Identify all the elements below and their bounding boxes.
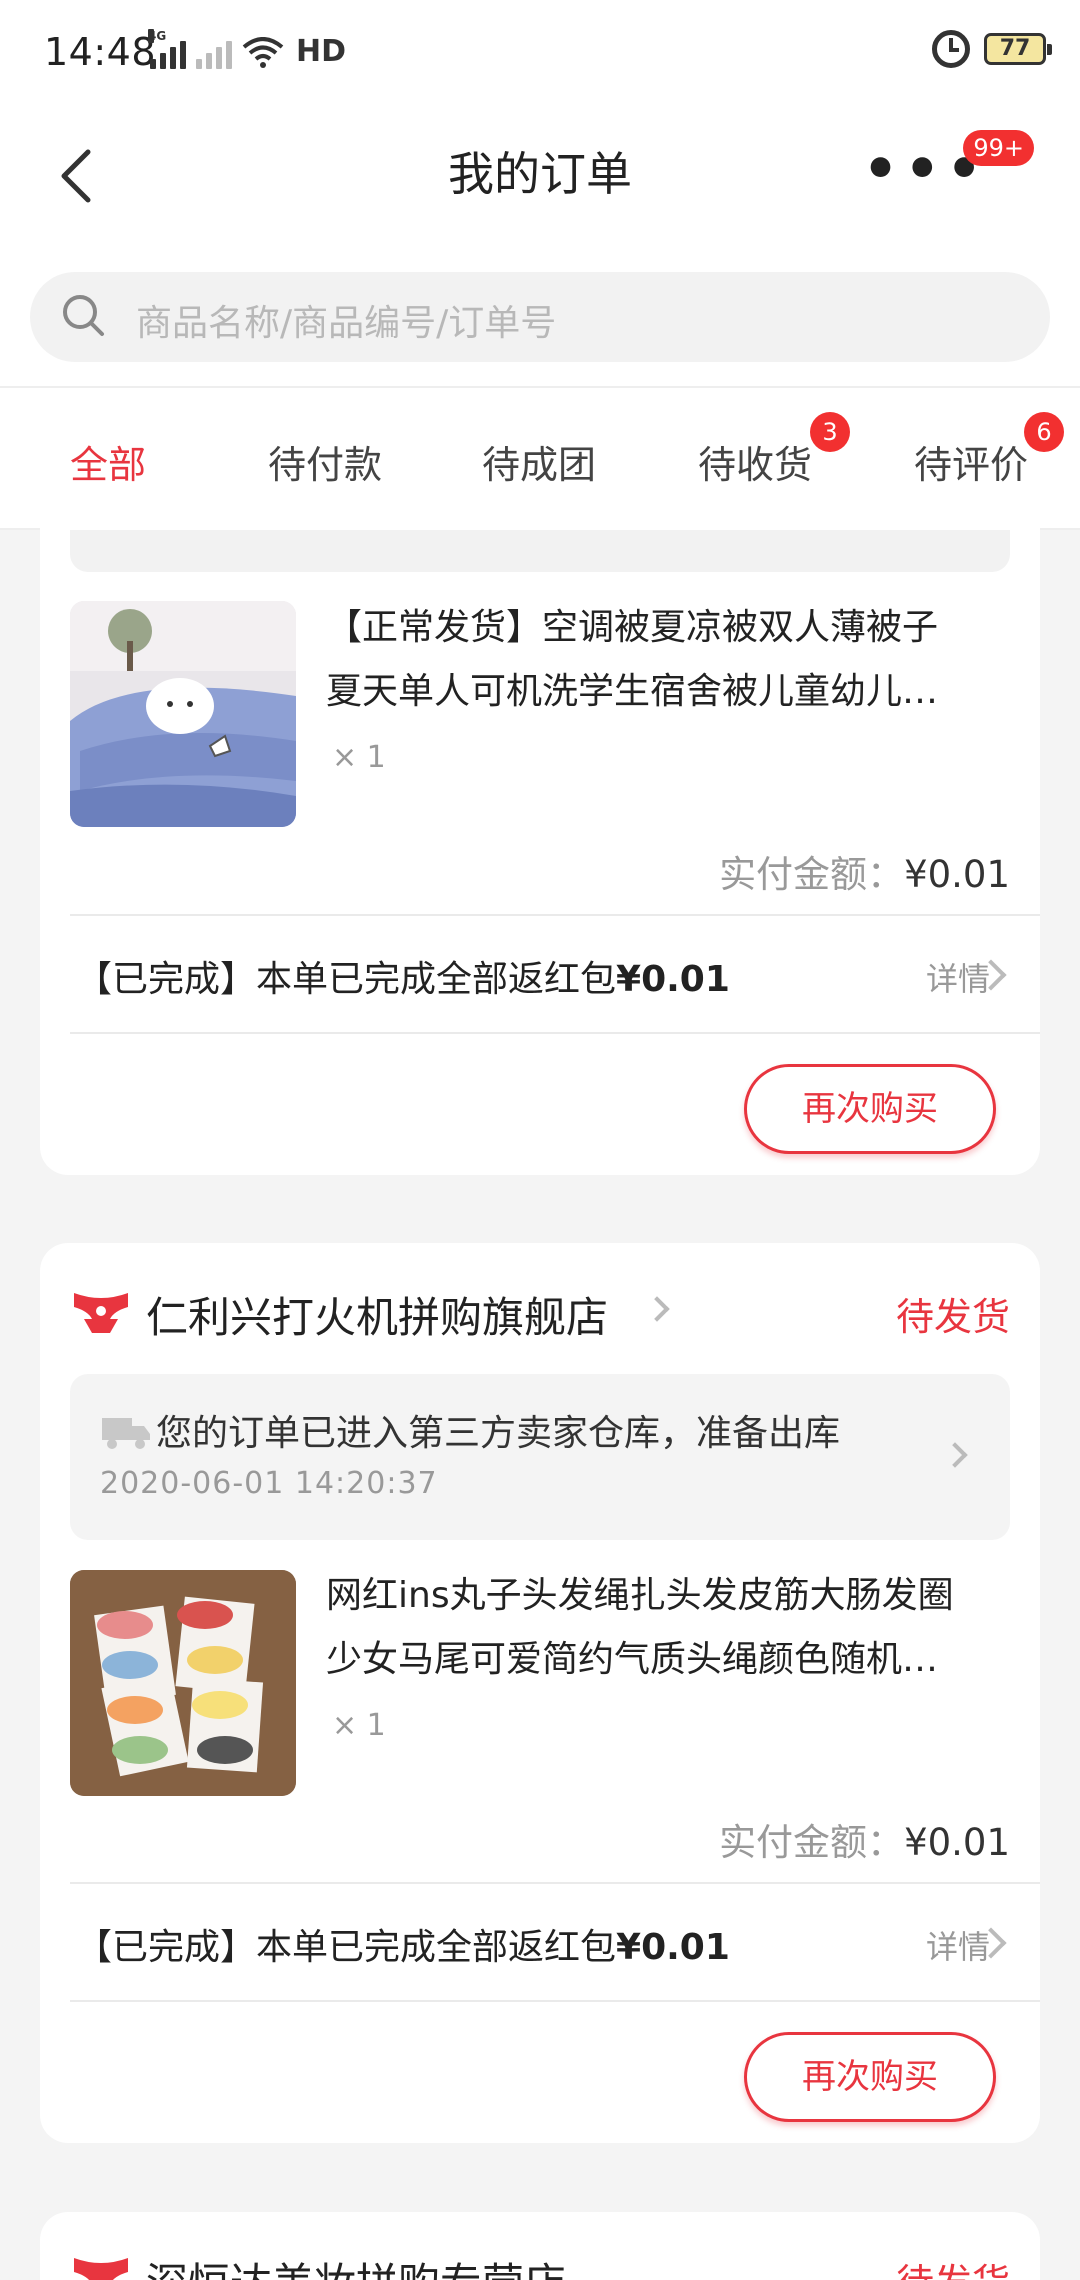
product-image-quilt[interactable]	[70, 601, 296, 827]
paid-amount: 实付金额：¥0.01	[719, 1821, 1010, 1864]
status-icons: 4G HD	[148, 29, 347, 69]
battery-icon: 77	[984, 33, 1052, 65]
more-menu-icon[interactable]: •••	[863, 142, 988, 198]
divider	[70, 1032, 1040, 1034]
store-logo-icon[interactable]	[70, 1289, 132, 1335]
divider	[70, 2000, 1040, 2002]
product-qty: × 1	[332, 740, 386, 775]
product-title[interactable]: 【正常发货】空调被夏凉被双人薄被子 夏天单人可机洗学生宿舍被儿童幼儿…	[326, 596, 1006, 724]
status-time: 14:48	[44, 30, 157, 74]
shipping-message: 您的订单已进入第三方卖家仓库，准备出库	[156, 1413, 841, 1454]
divider	[70, 1882, 1040, 1884]
tab-all[interactable]: 全部	[70, 434, 146, 489]
rebuy-button[interactable]: 再次购买	[744, 2032, 996, 2122]
tab-pending-payment[interactable]: 待付款	[268, 434, 382, 489]
rebuy-button[interactable]: 再次购买	[744, 1064, 996, 1154]
alarm-icon	[932, 30, 970, 68]
chevron-right-icon	[942, 1442, 968, 1468]
order-status: 待发货	[895, 1295, 1010, 1339]
product-title[interactable]: 网红ins丸子头发绳扎头发皮筋大肠发圈 少女马尾可爱简约气质头绳颜色随机…	[326, 1564, 1006, 1692]
rebate-status[interactable]: 【已完成】本单已完成全部返红包¥0.01	[76, 1918, 730, 1970]
product-qty: × 1	[332, 1708, 386, 1743]
truck-icon	[102, 1418, 150, 1449]
search-input[interactable]: 商品名称/商品编号/订单号	[30, 272, 1050, 362]
divider	[70, 914, 1040, 916]
header: 我的订单 ••• 99+	[0, 110, 1080, 270]
tab-pending-review[interactable]: 待评价	[914, 434, 1028, 489]
shipping-info[interactable]: 您的订单已进入第三方卖家仓库，准备出库 2020-06-01 14:20:37	[70, 1374, 1010, 1540]
shipping-info-strip	[70, 530, 1010, 572]
store-logo-icon[interactable]	[70, 2254, 132, 2280]
rebate-status[interactable]: 【已完成】本单已完成全部返红包¥0.01	[76, 950, 730, 1002]
search-placeholder: 商品名称/商品编号/订单号	[136, 303, 557, 344]
product-image-scrunchies[interactable]	[70, 1570, 296, 1796]
tab-badge-review: 6	[1024, 412, 1064, 452]
paid-amount: 实付金额：¥0.01	[719, 853, 1010, 896]
wifi-icon	[242, 37, 284, 68]
hd-label: HD	[296, 34, 347, 69]
signal-2-icon	[196, 41, 232, 69]
status-bar: 14:48 4G HD 77	[0, 0, 1080, 110]
more-badge: 99+	[963, 130, 1034, 166]
search-icon	[63, 295, 104, 336]
store-name[interactable]: 仁利兴打火机拼购旗舰店	[146, 1284, 608, 1345]
tab-pending-receipt[interactable]: 待收货	[698, 434, 812, 489]
signal-4g-icon: 4G	[148, 29, 186, 69]
tab-pending-group[interactable]: 待成团	[482, 434, 596, 489]
tab-badge-receipt: 3	[810, 412, 850, 452]
order-status: 待发货	[896, 2252, 1010, 2280]
shipping-time: 2020-06-01 14:20:37	[100, 1466, 438, 1501]
store-name[interactable]: 深恒达美妆拼购专营店	[146, 2250, 566, 2280]
